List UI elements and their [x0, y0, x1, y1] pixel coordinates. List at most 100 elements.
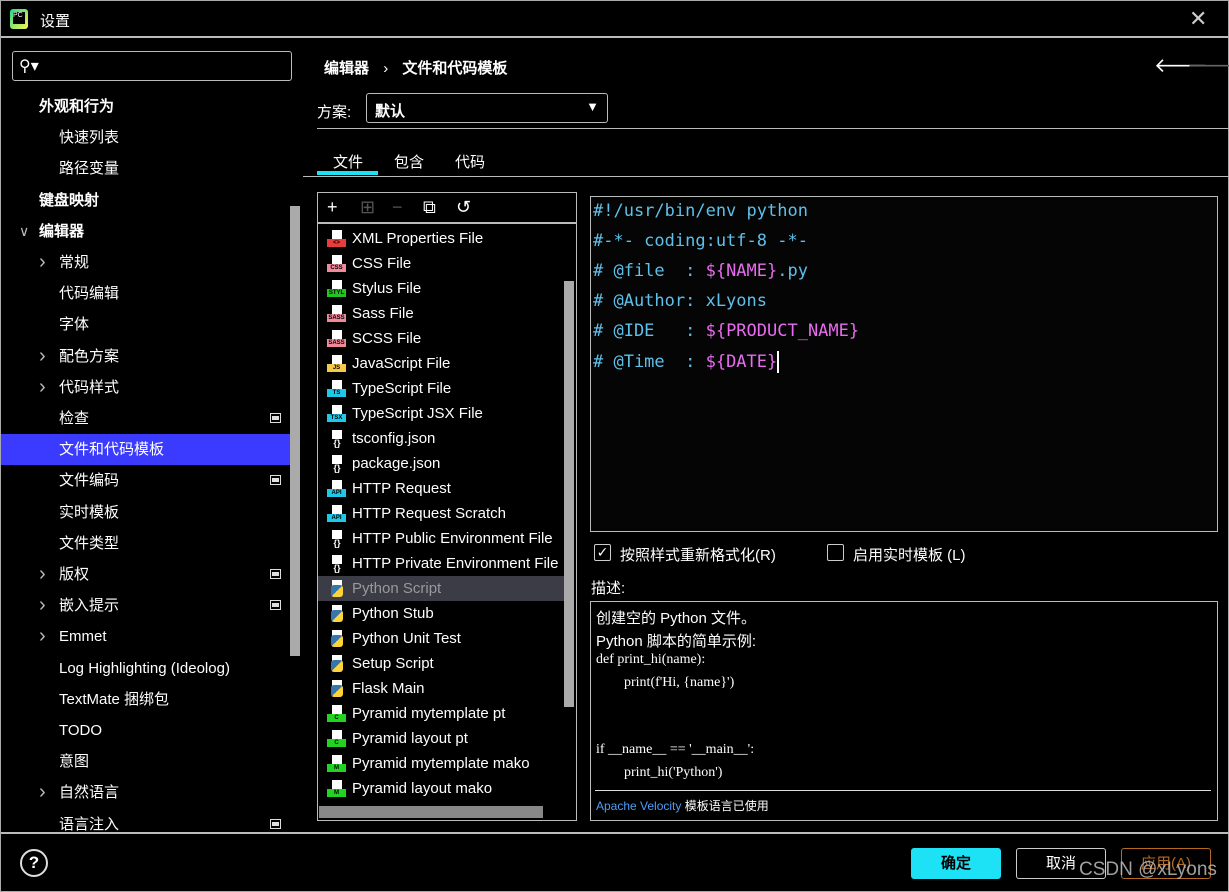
- sidebar-item[interactable]: › 常规: [1, 247, 291, 278]
- sidebar-item[interactable]: › 嵌入提示: [1, 590, 291, 621]
- help-button[interactable]: ?: [20, 849, 48, 877]
- template-list-item[interactable]: TS TypeScript File: [318, 376, 564, 401]
- template-list-item[interactable]: C Pyramid layout pt: [318, 726, 564, 751]
- tab-files[interactable]: 文件: [333, 151, 363, 172]
- description-line: if __name__ == '__main__':: [596, 742, 755, 757]
- file-type-icon: JS: [327, 355, 346, 373]
- file-type-tag: {}: [331, 439, 343, 448]
- sidebar-item[interactable]: Log Highlighting (Ideolog): [1, 653, 291, 684]
- sidebar-item[interactable]: 文件类型: [1, 528, 291, 559]
- template-list-item[interactable]: Python Stub: [318, 601, 564, 626]
- remove-icon[interactable]: −: [392, 197, 403, 218]
- file-type-tag: CSS: [327, 264, 346, 272]
- sidebar-item[interactable]: 路径变量: [1, 153, 291, 184]
- template-list-item[interactable]: Flask Main: [318, 676, 564, 701]
- divider: [317, 128, 1229, 129]
- code-text: #!/usr/bin/env python: [593, 201, 808, 221]
- template-list-item[interactable]: {} HTTP Private Environment File: [318, 551, 564, 576]
- sidebar-item[interactable]: › 代码样式: [1, 372, 291, 403]
- copy-icon[interactable]: ⧉: [423, 197, 436, 218]
- template-list-item[interactable]: {} tsconfig.json: [318, 426, 564, 451]
- sidebar-item[interactable]: › 配色方案: [1, 341, 291, 372]
- sidebar-item[interactable]: 键盘映射: [1, 185, 291, 216]
- file-type-tag: STYL: [327, 289, 346, 297]
- tab-includes[interactable]: 包含: [394, 151, 424, 172]
- file-type-tag: TS: [327, 389, 346, 397]
- template-list-item[interactable]: JS JavaScript File: [318, 351, 564, 376]
- file-type-tag: API: [327, 489, 346, 497]
- settings-sidebar: 外观和行为 快速列表 路径变量 键盘映射 ∨ 编辑器 › 常规 代码编辑 字体 › 配色方案 › 代码样式…: [1, 91, 291, 831]
- template-list-item[interactable]: SASS Sass File: [318, 301, 564, 326]
- python-file-icon: [327, 655, 346, 673]
- sidebar-scrollbar[interactable]: [290, 206, 300, 656]
- sidebar-item[interactable]: 实时模板: [1, 497, 291, 528]
- template-code-editor[interactable]: #!/usr/bin/env python #-*- coding:utf-8 -…: [590, 196, 1218, 532]
- project-scope-icon: [270, 818, 281, 829]
- sidebar-item-label: 语言注入: [59, 815, 120, 831]
- template-list-item[interactable]: C Pyramid mytemplate pt: [318, 701, 564, 726]
- sidebar-item[interactable]: 文件编码: [1, 465, 291, 496]
- apache-velocity-link[interactable]: Apache Velocity: [596, 799, 681, 813]
- template-list-item[interactable]: M Pyramid mytemplate mako: [318, 751, 564, 776]
- template-list-item[interactable]: CSS CSS File: [318, 251, 564, 276]
- sidebar-item[interactable]: 字体: [1, 309, 291, 340]
- add-child-icon[interactable]: ⊞: [360, 197, 375, 218]
- chevron-right-icon[interactable]: ›: [39, 372, 46, 403]
- template-list-item[interactable]: STYL Stylus File: [318, 276, 564, 301]
- template-list-item[interactable]: {} package.json: [318, 451, 564, 476]
- chevron-right-icon[interactable]: ›: [39, 777, 46, 808]
- chevron-right-icon[interactable]: ›: [39, 341, 46, 372]
- project-scope-icon: [270, 413, 281, 423]
- file-type-icon: STYL: [327, 280, 346, 298]
- scheme-dropdown[interactable]: 默认 ▼: [366, 93, 608, 123]
- checkbox-reformat[interactable]: ✓: [594, 544, 611, 561]
- sidebar-item[interactable]: 快速列表: [1, 122, 291, 153]
- tab-code[interactable]: 代码: [455, 151, 485, 172]
- logo-text: PC: [13, 12, 25, 24]
- sidebar-item[interactable]: TODO: [1, 715, 291, 746]
- close-button[interactable]: ✕: [1189, 6, 1207, 32]
- list-scrollbar[interactable]: [564, 281, 574, 707]
- template-name: Sass File: [352, 305, 414, 322]
- template-list-item[interactable]: Python Script: [318, 576, 564, 601]
- chevron-right-icon[interactable]: ›: [39, 590, 46, 621]
- template-name: package.json: [352, 455, 441, 472]
- template-list-item[interactable]: Python Unit Test: [318, 626, 564, 651]
- template-list-item[interactable]: API HTTP Request: [318, 476, 564, 501]
- ok-button[interactable]: 确定: [911, 848, 1001, 879]
- file-type-tag: C: [327, 714, 346, 722]
- chevron-right-icon[interactable]: ›: [39, 247, 46, 278]
- description-line: 创建空的 Python 文件。: [596, 610, 757, 627]
- chevron-down-icon[interactable]: ∨: [19, 216, 29, 247]
- breadcrumb-editor[interactable]: 编辑器: [324, 60, 369, 77]
- template-list-item[interactable]: API HTTP Request Scratch: [318, 501, 564, 526]
- template-list-item[interactable]: {} HTTP Public Environment File: [318, 526, 564, 551]
- template-list-item[interactable]: M Pyramid layout mako: [318, 776, 564, 801]
- sidebar-item[interactable]: 文件和代码模板: [1, 434, 291, 466]
- sidebar-item[interactable]: › 版权: [1, 559, 291, 590]
- sidebar-item[interactable]: TextMate 捆绑包: [1, 684, 291, 715]
- python-logo-icon: [331, 660, 343, 672]
- template-list-item[interactable]: SASS SCSS File: [318, 326, 564, 351]
- checkbox-live-templates[interactable]: [827, 544, 844, 561]
- settings-search-input[interactable]: ⚲▾: [12, 51, 292, 81]
- sidebar-item[interactable]: 语言注入: [1, 809, 291, 831]
- template-list-item[interactable]: TSX TypeScript JSX File: [318, 401, 564, 426]
- forward-arrow-icon[interactable]: 🡒: [1187, 53, 1229, 78]
- sidebar-item[interactable]: 外观和行为: [1, 91, 291, 122]
- sidebar-item-label: TextMate 捆绑包: [59, 690, 170, 708]
- python-logo-icon: [331, 685, 343, 697]
- sidebar-item[interactable]: ∨ 编辑器: [1, 216, 291, 247]
- file-type-icon: M: [327, 755, 346, 773]
- chevron-right-icon[interactable]: ›: [39, 621, 46, 652]
- reset-icon[interactable]: ↺: [456, 197, 471, 218]
- sidebar-item[interactable]: 检查: [1, 403, 291, 434]
- add-icon[interactable]: +: [327, 197, 338, 218]
- template-list-item[interactable]: <> XML Properties File: [318, 226, 564, 251]
- sidebar-item[interactable]: › Emmet: [1, 621, 291, 652]
- chevron-right-icon[interactable]: ›: [39, 559, 46, 590]
- sidebar-item[interactable]: › 自然语言: [1, 777, 291, 808]
- sidebar-item[interactable]: 意图: [1, 746, 291, 777]
- sidebar-item[interactable]: 代码编辑: [1, 278, 291, 309]
- template-list-item[interactable]: Setup Script: [318, 651, 564, 676]
